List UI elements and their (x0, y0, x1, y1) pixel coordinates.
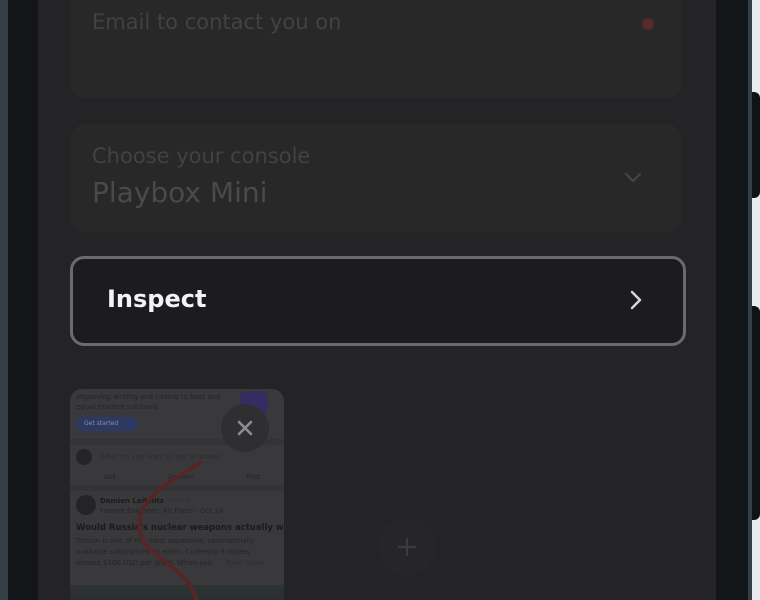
plus-icon (397, 537, 417, 557)
console-select[interactable]: Choose your console Playbox Mini (70, 124, 682, 232)
device-side-button (752, 92, 760, 198)
email-field[interactable]: Email to contact you on (70, 0, 682, 98)
email-placeholder: Email to contact you on (92, 10, 342, 34)
inspect-label: Inspect (107, 285, 207, 313)
app-screen: Email to contact you on Choose your cons… (38, 0, 716, 600)
device-frame: Email to contact you on Choose your cons… (0, 0, 752, 600)
device-side-button (752, 306, 760, 520)
required-dot-icon (642, 18, 654, 30)
chevron-down-icon (625, 173, 641, 182)
console-label: Choose your console (92, 144, 311, 168)
inspect-button[interactable]: Inspect (70, 256, 686, 346)
close-icon (237, 420, 253, 436)
chevron-right-icon (630, 290, 642, 310)
remove-attachment-button[interactable] (221, 404, 269, 452)
console-value: Playbox Mini (92, 176, 268, 209)
add-attachment-button[interactable] (378, 518, 436, 576)
